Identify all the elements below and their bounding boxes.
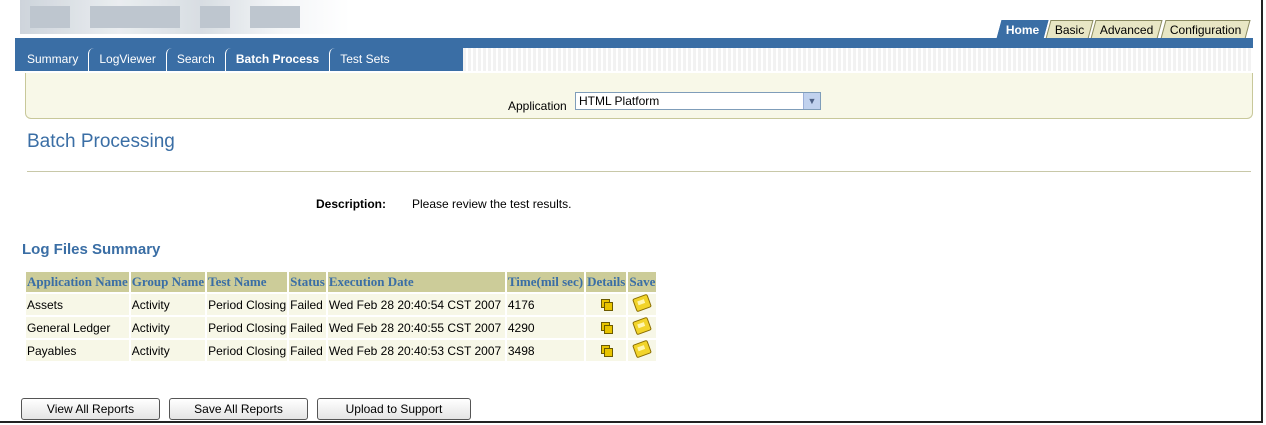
view-all-reports-button[interactable]: View All Reports — [21, 398, 160, 420]
log-summary-title: Log Files Summary — [22, 241, 161, 258]
save-all-reports-button[interactable]: Save All Reports — [169, 398, 308, 420]
chevron-down-icon[interactable]: ▼ — [803, 93, 820, 109]
cell-test-name: Period Closing — [207, 294, 288, 315]
col-time: Time(mil sec) — [506, 272, 585, 292]
save-icon[interactable] — [632, 316, 653, 336]
cell-save — [628, 293, 657, 315]
details-icon[interactable] — [601, 298, 614, 311]
details-icon[interactable] — [601, 321, 614, 334]
nav-bar: Summary LogViewer Search Batch Process T… — [15, 38, 1253, 71]
cell-status: Failed — [289, 317, 326, 338]
cell-group-name: Activity — [130, 317, 206, 338]
tab-advanced[interactable]: Advanced — [1090, 20, 1164, 39]
cell-execution-date: Wed Feb 28 20:40:54 CST 2007 — [327, 294, 505, 315]
subtab-logviewer[interactable]: LogViewer — [88, 48, 165, 71]
cell-time: 4290 — [506, 317, 585, 338]
application-select[interactable]: HTML Platform ▼ — [575, 92, 821, 110]
cell-save — [628, 316, 657, 338]
subtab-search[interactable]: Search — [165, 48, 225, 71]
top-tabs: Home Basic Advanced Configuration — [996, 20, 1251, 39]
col-details: Details — [586, 272, 627, 292]
save-icon[interactable] — [632, 339, 653, 359]
cell-status: Failed — [289, 340, 326, 361]
cell-application-name: Assets — [26, 294, 129, 315]
save-icon[interactable] — [632, 293, 653, 313]
tab-home[interactable]: Home — [996, 20, 1049, 39]
col-application-name: Application Name — [26, 272, 129, 292]
subtab-test-sets[interactable]: Test Sets — [329, 48, 399, 71]
page-title: Batch Processing — [27, 131, 175, 152]
nav-bar-fade — [463, 48, 1253, 71]
log-summary-table: Application Name Group Name Test Name St… — [24, 270, 658, 363]
description-text: Please review the test results. — [412, 197, 572, 211]
cell-group-name: Activity — [130, 340, 206, 361]
cell-time: 4176 — [506, 294, 585, 315]
sub-tabs: Summary LogViewer Search Batch Process T… — [15, 48, 400, 71]
col-group-name: Group Name — [130, 272, 206, 292]
cell-time: 3498 — [506, 340, 585, 361]
application-select-value: HTML Platform — [579, 94, 660, 108]
table-row: Assets Activity Period Closing Failed We… — [26, 293, 657, 315]
table-row: Payables Activity Period Closing Failed … — [26, 339, 657, 361]
cell-details — [586, 294, 627, 315]
col-test-name: Test Name — [207, 272, 288, 292]
cell-status: Failed — [289, 294, 326, 315]
col-save: Save — [628, 272, 657, 292]
cell-save — [628, 339, 657, 361]
logo-banner — [20, 0, 350, 34]
table-header-row: Application Name Group Name Test Name St… — [26, 272, 657, 292]
cell-group-name: Activity — [130, 294, 206, 315]
cell-details — [586, 340, 627, 361]
cell-execution-date: Wed Feb 28 20:40:55 CST 2007 — [327, 317, 505, 338]
table-row: General Ledger Activity Period Closing F… — [26, 316, 657, 338]
cell-test-name: Period Closing — [207, 340, 288, 361]
cell-details — [586, 317, 627, 338]
tab-basic[interactable]: Basic — [1045, 20, 1094, 39]
tab-configuration[interactable]: Configuration — [1160, 20, 1251, 39]
description-label: Description: — [316, 197, 387, 211]
cell-execution-date: Wed Feb 28 20:40:53 CST 2007 — [327, 340, 505, 361]
cell-application-name: Payables — [26, 340, 129, 361]
col-execution-date: Execution Date — [327, 272, 505, 292]
application-label: Application — [508, 99, 567, 113]
cell-application-name: General Ledger — [26, 317, 129, 338]
upload-to-support-button[interactable]: Upload to Support — [317, 398, 471, 420]
application-bar: Application HTML Platform ▼ — [25, 73, 1253, 119]
details-icon[interactable] — [601, 344, 614, 357]
subtab-batch-process[interactable]: Batch Process — [224, 48, 329, 71]
col-status: Status — [289, 272, 326, 292]
divider — [27, 171, 1251, 172]
subtab-summary[interactable]: Summary — [15, 48, 88, 71]
cell-test-name: Period Closing — [207, 317, 288, 338]
